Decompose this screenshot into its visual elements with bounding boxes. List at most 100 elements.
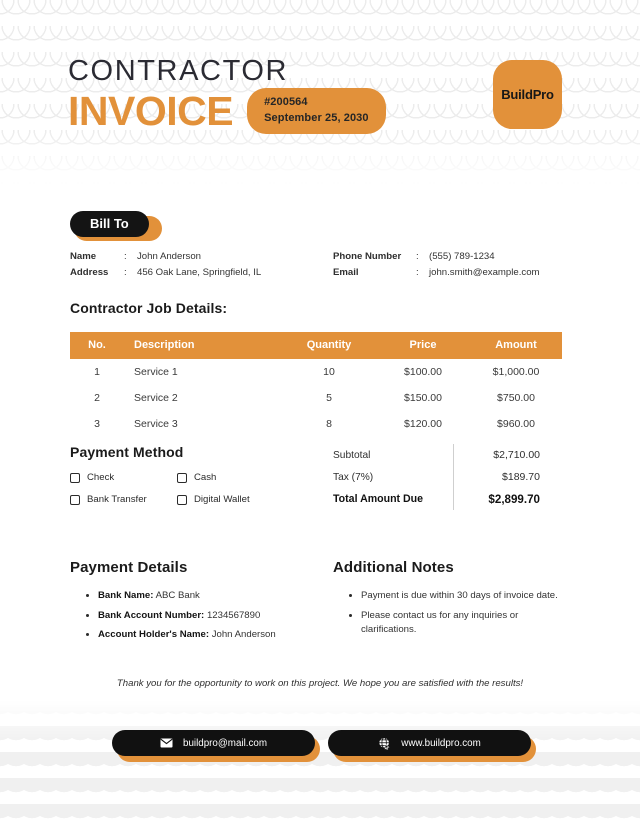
payment-option-check[interactable]: Check	[70, 472, 177, 483]
payment-details-title: Payment Details	[70, 559, 188, 576]
table-row: 1 Service 1 10 $100.00 $1,000.00	[70, 359, 562, 385]
field-value: John Anderson	[137, 251, 202, 262]
checkbox-icon[interactable]	[70, 494, 80, 505]
table-body: 1 Service 1 10 $100.00 $1,000.00 2 Servi…	[70, 359, 562, 437]
totals-row-total: Total Amount Due $2,899.70	[333, 488, 562, 510]
job-details-table: No. Description Quantity Price Amount 1 …	[70, 332, 562, 437]
list-item: Account Holder's Name: John Anderson	[86, 628, 321, 643]
cell-amount: $960.00	[497, 418, 535, 430]
payment-option-label: Cash	[194, 472, 217, 483]
field-separator: :	[124, 266, 127, 278]
field-key: Email	[333, 266, 359, 278]
payment-option-label: Check	[87, 472, 115, 483]
list-item: Please contact us for any inquiries or c…	[349, 609, 564, 638]
payment-detail-value: ABC Bank	[155, 590, 200, 601]
cell-no: 3	[94, 418, 100, 430]
cell-description: Service 2	[134, 392, 178, 404]
checkbox-icon[interactable]	[177, 494, 187, 505]
total-label: Total Amount Due	[333, 493, 424, 505]
column-header-amount: Amount	[470, 332, 562, 359]
field-key: Name	[70, 251, 97, 262]
payment-option-label: Digital Wallet	[194, 494, 250, 505]
globe-icon	[378, 736, 391, 750]
thank-you-message: Thank you for the opportunity to work on…	[116, 678, 524, 689]
payment-detail-label: Bank Name:	[98, 590, 154, 601]
payment-method-options: Check Cash Bank Transfer Digital Wallet	[70, 472, 295, 505]
cell-description: Service 3	[134, 418, 178, 430]
bill-to-field: Address : 456 Oak Lane, Springfield, IL	[70, 265, 261, 281]
column-header-desc: Description	[124, 332, 282, 359]
field-value: 456 Oak Lane, Springfield, IL	[137, 266, 262, 278]
payment-detail-value: John Anderson	[211, 629, 276, 641]
checkbox-icon[interactable]	[177, 472, 187, 483]
table-header-row: No. Description Quantity Price Amount	[70, 332, 562, 359]
list-item: Bank Name: ABC Bank	[86, 589, 321, 604]
payment-details-list: Bank Name: ABC Bank Bank Account Number:…	[86, 589, 321, 648]
field-value: john.smith@example.com	[429, 266, 540, 278]
payment-detail-value: 1234567890	[206, 609, 261, 621]
cell-amount: $1,000.00	[492, 366, 540, 378]
totals-row-subtotal: Subtotal $2,710.00	[333, 444, 562, 466]
field-separator: :	[124, 251, 127, 262]
footer-website-content[interactable]: www.buildpro.com	[328, 730, 531, 756]
cell-price: $150.00	[404, 392, 442, 404]
table-row: 2 Service 2 5 $150.00 $750.00	[70, 385, 562, 411]
payment-detail-label: Bank Account Number:	[98, 609, 205, 621]
payment-option-digital-wallet[interactable]: Digital Wallet	[177, 494, 284, 505]
payment-option-bank-transfer[interactable]: Bank Transfer	[70, 494, 177, 505]
subtotal-value: $2,710.00	[493, 449, 540, 461]
footer-email-pill[interactable]: buildpro@mail.com	[112, 730, 320, 762]
bill-to-field: Name : John Anderson	[70, 249, 261, 265]
title-row: INVOICE #200564 September 25, 2030	[68, 87, 386, 134]
footer-website-pill[interactable]: www.buildpro.com	[328, 730, 536, 762]
footer-email-content[interactable]: buildpro@mail.com	[112, 730, 315, 756]
column-header-price: Price	[376, 332, 470, 359]
title-invoice: INVOICE	[68, 87, 234, 134]
invoice-meta-badge: #200564 September 25, 2030	[247, 88, 386, 134]
title-contractor: CONTRACTOR	[68, 55, 289, 87]
cell-quantity: 5	[326, 392, 332, 404]
table-header: No. Description Quantity Price Amount	[70, 332, 562, 359]
column-header-quantity: Quantity	[282, 332, 376, 359]
field-key: Address	[70, 266, 109, 278]
field-key: Phone Number	[333, 251, 402, 262]
cell-quantity: 10	[323, 366, 335, 378]
payment-detail-label: Account Holder's Name:	[98, 629, 210, 641]
payment-option-cash[interactable]: Cash	[177, 472, 284, 483]
bill-to-field: Email : john.smith@example.com	[333, 265, 540, 281]
invoice-page: CONTRACTOR INVOICE #200564 September 25,…	[0, 0, 640, 828]
list-item: Bank Account Number: 1234567890	[86, 609, 321, 624]
job-details-title: Contractor Job Details:	[70, 300, 228, 316]
invoice-date: September 25, 2030	[264, 111, 369, 124]
bill-to-badge-label: Bill To	[70, 211, 149, 237]
bill-to-field: Phone Number : (555) 789-1234	[333, 249, 540, 265]
invoice-header: CONTRACTOR INVOICE #200564 September 25,…	[68, 56, 386, 134]
field-value: (555) 789-1234	[429, 251, 495, 262]
cell-amount: $750.00	[497, 392, 535, 404]
payment-option-label: Bank Transfer	[87, 494, 147, 505]
footer-website-text: www.buildpro.com	[401, 737, 481, 749]
additional-notes-title: Additional Notes	[333, 559, 454, 576]
company-logo: BuildPro	[493, 60, 562, 129]
bill-to-left-fields: Name : John Anderson Address : 456 Oak L…	[70, 249, 261, 280]
column-header-no: No.	[70, 332, 124, 359]
field-separator: :	[416, 251, 419, 262]
envelope-icon	[160, 738, 173, 748]
payment-method-title: Payment Method	[70, 444, 184, 460]
cell-description: Service 1	[134, 366, 178, 378]
tax-label: Tax (7%)	[333, 471, 374, 483]
invoice-number: #200564	[264, 96, 308, 109]
checkbox-icon[interactable]	[70, 472, 80, 483]
tax-value: $189.70	[502, 471, 540, 483]
table-row: 3 Service 3 8 $120.00 $960.00	[70, 411, 562, 437]
total-value: $2,899.70	[488, 492, 540, 506]
bill-to-badge: Bill To	[70, 211, 162, 241]
totals-row-tax: Tax (7%) $189.70	[333, 466, 562, 488]
scallop-pattern-bottom	[0, 700, 640, 828]
cell-no: 1	[94, 366, 100, 378]
cell-price: $120.00	[404, 418, 442, 430]
list-item: Payment is due within 30 days of invoice…	[349, 589, 564, 604]
additional-notes-list: Payment is due within 30 days of invoice…	[349, 589, 564, 643]
cell-no: 2	[94, 392, 100, 404]
footer-email-text: buildpro@mail.com	[183, 737, 267, 749]
